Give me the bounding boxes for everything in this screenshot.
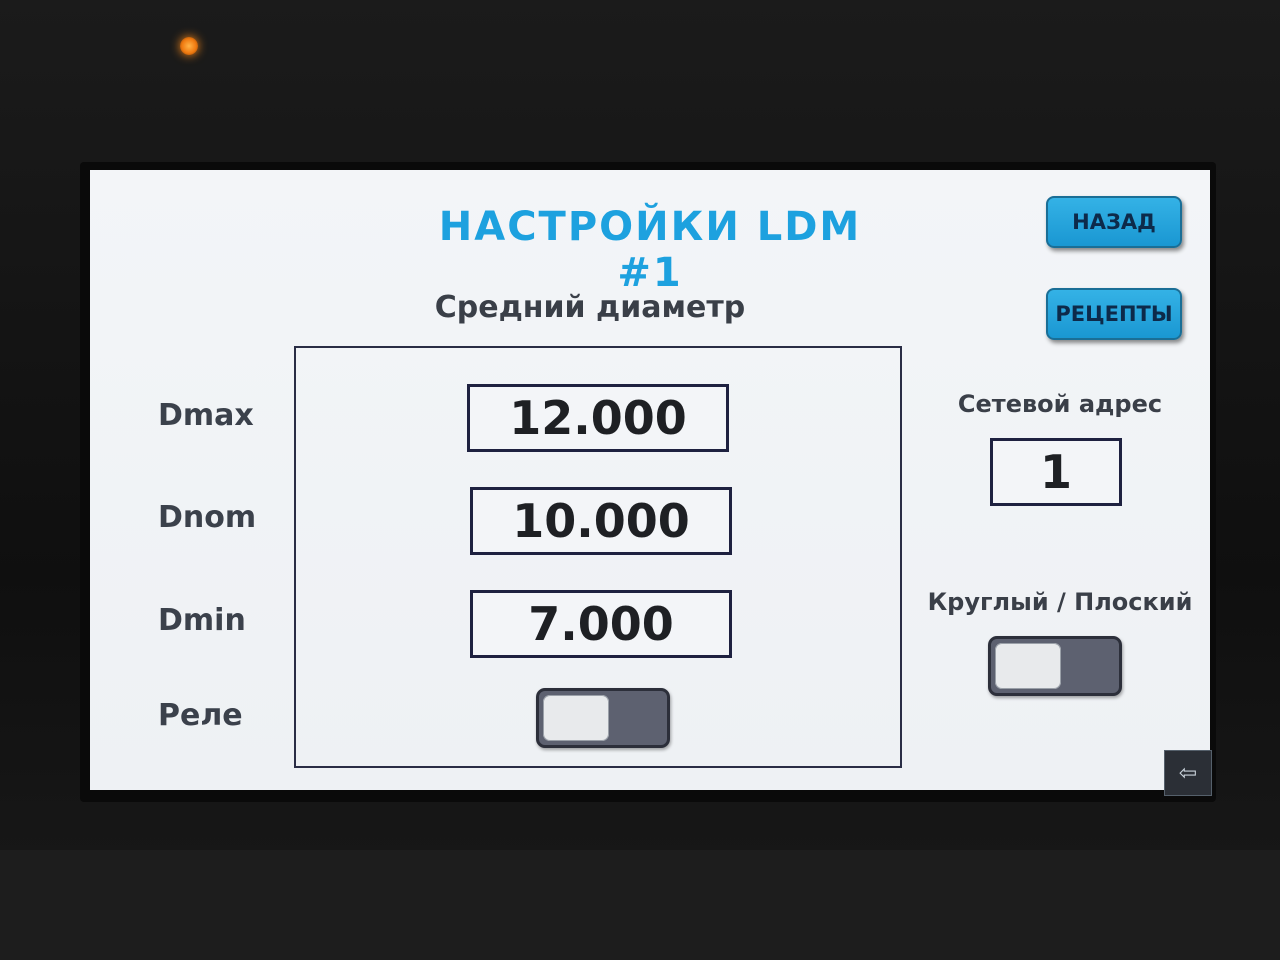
network-address-field[interactable]: 1	[990, 438, 1122, 506]
dnom-field[interactable]: 10.000	[470, 487, 732, 555]
shape-label: Круглый / Плоский	[927, 588, 1193, 616]
network-address-label: Сетевой адрес	[957, 390, 1163, 418]
dmax-field[interactable]: 12.000	[467, 384, 729, 452]
back-button[interactable]: НАЗАД	[1046, 196, 1182, 248]
relay-toggle[interactable]	[536, 688, 670, 748]
status-led	[180, 37, 198, 55]
dmin-label: Dmin	[158, 603, 246, 638]
dnom-label: Dnom	[158, 500, 257, 535]
dmin-field[interactable]: 7.000	[470, 590, 732, 658]
recipes-button[interactable]: РЕЦЕПТЫ	[1046, 288, 1182, 340]
hmi-screen: НАСТРОЙКИ LDM #1 НАЗАД РЕЦЕПТЫ Средний д…	[90, 170, 1210, 790]
dmax-label: Dmax	[158, 398, 254, 433]
relay-toggle-knob	[543, 695, 609, 741]
relay-label: Реле	[158, 698, 243, 733]
device-bezel-bottom	[0, 850, 1280, 960]
section-title: Средний диаметр	[434, 290, 746, 325]
back-arrow-icon[interactable]: ⇦	[1164, 750, 1212, 796]
page-title: НАСТРОЙКИ LDM #1	[438, 204, 862, 296]
shape-toggle-knob	[995, 643, 1061, 689]
shape-toggle[interactable]	[988, 636, 1122, 696]
